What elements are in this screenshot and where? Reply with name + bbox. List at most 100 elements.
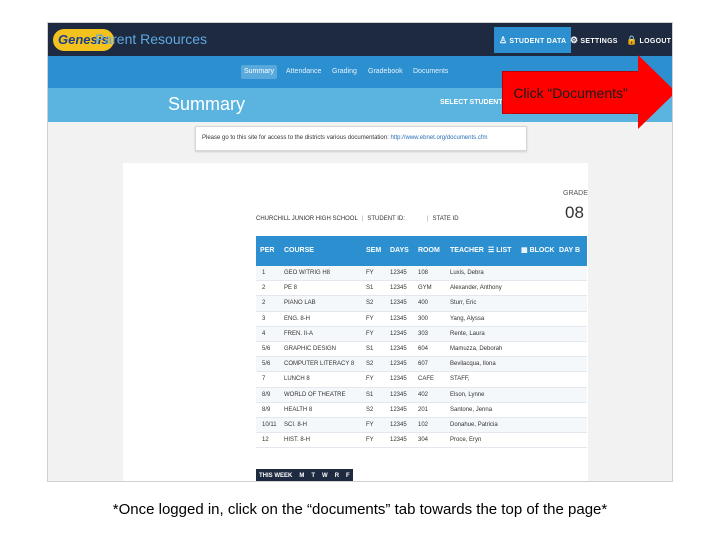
cell-sem: S1	[366, 391, 374, 398]
table-row: 4 FREN. II-A FY 12345 303 Rente, Laura	[256, 326, 587, 342]
cell-course: WORLD OF THEATRE	[284, 391, 346, 398]
table-row: 10/11 SCI. 8-H FY 12345 102 Donahue, Patricia	[256, 417, 587, 434]
cell-days: 12345	[390, 391, 407, 398]
cell-per: 5/6	[262, 361, 271, 368]
cell-per: 2	[262, 285, 266, 292]
settings-label: SETTINGS	[580, 38, 618, 45]
cell-course: PE 8	[284, 285, 298, 292]
cell-room: 604	[418, 345, 429, 352]
cell-per: 7	[262, 376, 266, 383]
cell-sem: FY	[366, 376, 374, 383]
settings-button[interactable]: ⚙ SETTINGS	[570, 27, 618, 53]
cell-per: 2	[262, 300, 266, 307]
tab-documents[interactable]: Documents	[410, 65, 451, 79]
documents-callout-arrow: Click “Documents”	[502, 55, 672, 129]
cell-course: FREN. II-A	[284, 330, 314, 337]
cell-course: GRAPHIC DESIGN	[284, 345, 337, 352]
cell-room: 108	[418, 270, 429, 276]
cell-room: 400	[418, 300, 429, 307]
cell-days: 12345	[390, 345, 407, 352]
school-info: CHURCHILL JUNIOR HIGH SCHOOL | STUDENT ID:…	[256, 216, 459, 222]
week-day-monday[interactable]: M	[299, 469, 304, 481]
cell-per: 12	[262, 437, 269, 444]
documents-notice: Please go to this site for access to the…	[195, 126, 527, 151]
block-view-button[interactable]: ▦ BLOCK	[521, 246, 554, 256]
table-row: 2 PE 8 S1 12345 GYM Alexander, Anthony	[256, 281, 587, 297]
cell-room: CAFE	[418, 376, 435, 383]
logout-button[interactable]: 🔒 LOGOUT	[626, 27, 671, 53]
table-row: 8/9 WORLD OF THEATRE S1 12345 402 Elson, Lynn…	[256, 387, 587, 403]
cell-sem: S2	[366, 361, 374, 368]
cell-room: 607	[418, 361, 429, 368]
grade-label: GRADE	[563, 190, 588, 197]
cell-course: ENG. 8-H	[284, 315, 311, 322]
tab-attendance[interactable]: Attendance	[283, 65, 324, 79]
cell-sem: S2	[366, 300, 374, 307]
header-room: ROOM	[418, 247, 440, 254]
arrow-right-icon	[638, 55, 672, 129]
genesis-screenshot: Genesis Parent Resources ♙ STUDENT DATA ⚙…	[47, 22, 673, 482]
block-label: BLOCK	[529, 247, 555, 254]
table-row: 7 LUNCH 8 FY 12345 CAFE STAFF,	[256, 372, 587, 388]
cell-course: HIST. 8-H	[284, 437, 311, 444]
week-day-friday[interactable]: F	[346, 469, 350, 481]
tab-grading[interactable]: Grading	[329, 65, 360, 79]
cell-teacher: Rente, Laura	[450, 330, 485, 337]
cell-course: LUNCH 8	[284, 376, 310, 383]
cell-days: 12345	[390, 300, 407, 307]
header-teacher: TEACHER	[450, 247, 484, 254]
block-icon: ▦	[521, 247, 528, 254]
cell-teacher: STAFF,	[450, 376, 470, 383]
student-data-button[interactable]: ♙ STUDENT DATA	[494, 27, 572, 53]
cell-days: 12345	[390, 437, 407, 444]
cell-sem: FY	[366, 421, 374, 428]
week-day-thursday[interactable]: R	[335, 469, 339, 481]
cell-per: 8/9	[262, 391, 271, 398]
list-label: LIST	[496, 247, 512, 254]
cell-per: 4	[262, 330, 266, 337]
cell-sem: S1	[366, 345, 374, 352]
cell-per: 1	[262, 270, 266, 276]
cell-course: GEO W/TRIG H8	[284, 270, 331, 276]
week-day-tuesday[interactable]: T	[311, 469, 315, 481]
table-row: 8/9 HEALTH 8 S2 12345 201 Santone, Jenna	[256, 403, 587, 418]
tab-summary[interactable]: Summary	[241, 65, 277, 79]
cell-days: 12345	[390, 421, 407, 428]
student-icon: ♙	[499, 35, 508, 45]
grade-value: 08	[565, 203, 584, 222]
cell-days: 12345	[390, 376, 407, 383]
gear-icon: ⚙	[570, 35, 579, 45]
cell-days: 12345	[390, 330, 407, 337]
cell-days: 12345	[390, 285, 407, 292]
cell-per: 3	[262, 315, 266, 322]
tab-gradebook[interactable]: Gradebook	[365, 65, 406, 79]
student-data-label: STUDENT DATA	[509, 38, 567, 45]
cell-days: 12345	[390, 315, 407, 322]
cell-per: 8/9	[262, 406, 271, 413]
cell-days: 12345	[390, 270, 407, 276]
student-summary-card: GRADE 08 CHURCHILL JUNIOR HIGH SCHOOL | ST…	[123, 163, 588, 481]
cell-teacher: Sturr, Eric	[450, 300, 477, 307]
list-icon: ☰	[488, 247, 495, 254]
day-b-label[interactable]: DAY B	[559, 246, 580, 256]
documents-link[interactable]: http://www.ebnet.org/documents.cfm	[390, 135, 487, 141]
week-day-wednesday[interactable]: W	[322, 469, 328, 481]
cell-room: 304	[418, 437, 429, 444]
table-row: 2 PIANO LAB S2 12345 400 Sturr, Eric	[256, 296, 587, 312]
cell-per: 5/6	[262, 345, 271, 352]
state-id-label: STATE ID	[432, 216, 459, 222]
cell-room: 201	[418, 406, 429, 413]
cell-teacher: Yang, Alyssa	[450, 315, 485, 322]
separator: |	[426, 216, 429, 222]
cell-days: 12345	[390, 361, 407, 368]
cell-room: 402	[418, 391, 429, 398]
list-view-button[interactable]: ☰ LIST	[488, 246, 511, 256]
cell-teacher: Mamuzza, Deborah	[450, 345, 503, 352]
cell-teacher: Proce, Eryn	[450, 437, 482, 444]
cell-teacher: Donahue, Patricia	[450, 421, 498, 428]
table-row: 5/6 COMPUTER LITERACY 8 S2 12345 607 Bevilacq…	[256, 357, 587, 373]
cell-teacher: Elson, Lynne	[450, 391, 485, 398]
student-id-label: STUDENT ID:	[367, 216, 405, 222]
cell-sem: FY	[366, 270, 374, 276]
school-name: CHURCHILL JUNIOR HIGH SCHOOL	[256, 216, 358, 222]
